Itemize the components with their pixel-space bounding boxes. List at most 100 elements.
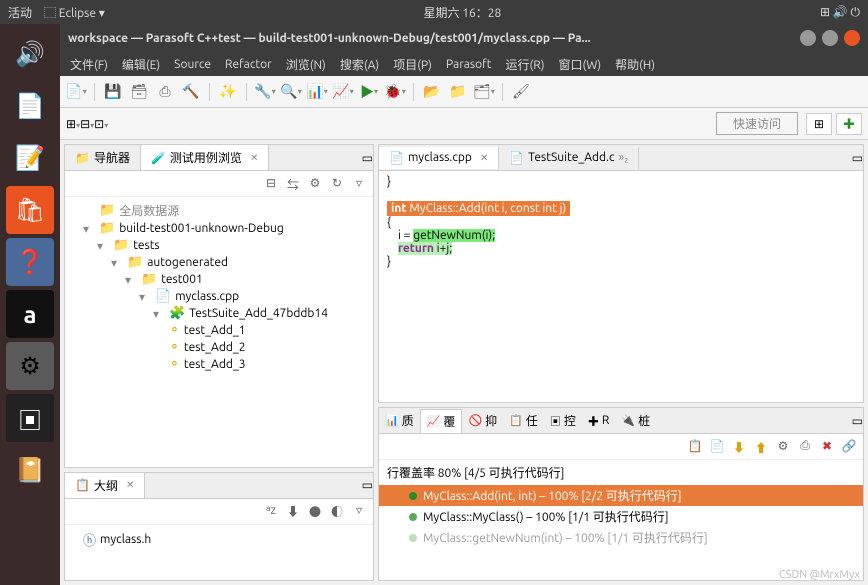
menu-refactor[interactable]: Refactor bbox=[225, 58, 272, 71]
tab-console[interactable]: ▣ 控 bbox=[544, 409, 582, 432]
maximize-button[interactable] bbox=[822, 30, 838, 46]
build-icon[interactable]: 🔨 bbox=[181, 82, 201, 102]
launcher-item[interactable]: ▣ bbox=[6, 394, 54, 442]
code-editor[interactable]: } int MyClass::Add(int i, const int j) {… bbox=[379, 171, 863, 402]
menu-run[interactable]: 运行(R) bbox=[505, 56, 544, 73]
tree-row[interactable]: ▾📁autogenerated bbox=[69, 254, 369, 271]
tab-quality[interactable]: 📊 质 bbox=[379, 409, 420, 432]
print-icon[interactable]: ⎙ bbox=[155, 82, 175, 102]
minimize-icon[interactable]: ▭ bbox=[362, 151, 373, 165]
perspective-button[interactable]: ✚ bbox=[836, 113, 862, 135]
launcher-item[interactable]: 🛍 bbox=[6, 186, 54, 234]
export-icon[interactable]: ⎙ bbox=[797, 439, 813, 455]
tree-row[interactable]: 📁全局数据源 bbox=[69, 201, 369, 220]
tool-icon[interactable]: 📋 bbox=[687, 439, 703, 455]
minimize-icon[interactable]: ▭ bbox=[852, 414, 863, 428]
brush-icon[interactable]: 🖌 bbox=[511, 82, 531, 102]
coverage-row[interactable]: MyClass::getNewNum(int) – 100% [1/1 可执行代… bbox=[379, 527, 863, 548]
system-tray[interactable]: ⊞ 🔊 ⏻ bbox=[820, 5, 860, 20]
tab-suppress[interactable]: 🚫 抑 bbox=[462, 409, 503, 432]
menu-file[interactable]: 文件(F) bbox=[70, 56, 108, 73]
editor-tab-myclass[interactable]: 📄 myclass.cpp✕ bbox=[379, 147, 499, 169]
launcher-item[interactable]: 📔 bbox=[6, 446, 54, 494]
coverage-row[interactable]: MyClass::MyClass() – 100% [1/1 可执行代码行] bbox=[379, 506, 863, 527]
tree-row[interactable]: ▾📁tests bbox=[69, 237, 369, 254]
menu-icon[interactable]: ▿ bbox=[351, 503, 367, 519]
wand-icon[interactable]: ✨ bbox=[218, 82, 238, 102]
tab-r[interactable]: ✚ R bbox=[582, 410, 616, 432]
tree-row[interactable]: ▾📁test001 bbox=[69, 271, 369, 288]
tab-outline[interactable]: 📋 大纲✕ bbox=[65, 473, 145, 498]
close-icon[interactable]: ✕ bbox=[250, 152, 258, 164]
link-icon[interactable]: ⇆ bbox=[285, 176, 301, 192]
outline-item[interactable]: ⓗmyclass.h bbox=[69, 529, 369, 550]
new-icon[interactable]: 📄▾ bbox=[66, 82, 86, 102]
tree-row[interactable]: ⚬test_Add_1 bbox=[69, 322, 369, 339]
debug-icon[interactable]: 🐞▾ bbox=[385, 82, 405, 102]
tab-tasks[interactable]: 📋 任 bbox=[503, 409, 544, 432]
menu-source[interactable]: Source bbox=[174, 58, 211, 71]
menu-parasoft[interactable]: Parasoft bbox=[446, 58, 491, 71]
tree-row[interactable]: ⚬test_Add_2 bbox=[69, 339, 369, 356]
toggle-icon[interactable]: ⊡▾ bbox=[94, 117, 108, 131]
tool-icon[interactable]: 📄 bbox=[709, 439, 725, 455]
sort-icon[interactable]: ᵃz bbox=[263, 503, 279, 519]
tool-icon[interactable]: 📊▾ bbox=[307, 82, 327, 102]
close-icon[interactable]: ✕ bbox=[480, 152, 488, 164]
delete-icon[interactable]: ✖ bbox=[819, 439, 835, 455]
launcher-item-eclipse[interactable]: ⚙ bbox=[6, 342, 54, 390]
menu-help[interactable]: 帮助(H) bbox=[615, 56, 655, 73]
minimize-icon[interactable]: ▭ bbox=[852, 151, 863, 165]
tool-icon[interactable]: 🔍▾ bbox=[281, 82, 301, 102]
down-icon[interactable]: ⬇ bbox=[731, 439, 747, 455]
tree-row[interactable]: ▾📄myclass.cpp bbox=[69, 288, 369, 305]
tab-coverage[interactable]: 📈 覆 bbox=[420, 409, 463, 433]
menu-window[interactable]: 窗口(W) bbox=[559, 56, 602, 73]
launcher-item[interactable]: 🔊 bbox=[6, 30, 54, 78]
collapse-icon[interactable]: ⊟ bbox=[263, 176, 279, 192]
tool-icon[interactable]: 🔧▾ bbox=[255, 82, 275, 102]
toggle-icon[interactable]: ⊟▾ bbox=[80, 117, 94, 131]
save-icon[interactable]: 💾 bbox=[103, 82, 123, 102]
folder-icon[interactable]: 🗂▾ bbox=[474, 82, 494, 102]
toggle-icon[interactable]: ⊞▾ bbox=[66, 117, 80, 131]
app-indicator[interactable]: ⬚ Eclipse ▾ bbox=[44, 4, 105, 21]
quick-access-input[interactable]: 快速访问 bbox=[716, 112, 798, 135]
menu-icon[interactable]: ▿ bbox=[351, 176, 367, 192]
tab-navigator[interactable]: 📁 导航器 bbox=[65, 145, 141, 170]
filter-icon[interactable]: ⚙ bbox=[307, 176, 323, 192]
menu-navigate[interactable]: 浏览(N) bbox=[286, 56, 326, 73]
launcher-item[interactable]: 📄 bbox=[6, 82, 54, 130]
folder-icon[interactable]: 📁 bbox=[448, 82, 468, 102]
link-icon[interactable]: 🔗 bbox=[841, 439, 857, 455]
tool-icon[interactable]: 📈▾ bbox=[333, 82, 353, 102]
close-button[interactable] bbox=[844, 30, 860, 46]
launcher-item[interactable]: a bbox=[6, 290, 54, 338]
filter-icon[interactable]: ◐ bbox=[329, 503, 345, 519]
run-icon[interactable]: ▶▾ bbox=[359, 82, 379, 102]
minimize-button[interactable] bbox=[800, 30, 816, 46]
folder-icon[interactable]: 📂 bbox=[422, 82, 442, 102]
filter-icon[interactable]: ⬇ bbox=[285, 503, 301, 519]
tree-row[interactable]: ▾🧩TestSuite_Add_47bddb14 bbox=[69, 305, 369, 322]
coverage-row[interactable]: MyClass::Add(int, int) – 100% [2/2 可执行代码… bbox=[379, 485, 863, 506]
tab-test-browser[interactable]: 🧪 测试用例浏览✕ bbox=[141, 145, 269, 170]
tree-row[interactable]: ⚬test_Add_3 bbox=[69, 356, 369, 373]
menu-search[interactable]: 搜索(A) bbox=[340, 56, 379, 73]
tree-row[interactable]: ▾📁build-test001-unknown-Debug bbox=[69, 220, 369, 237]
launcher-item[interactable]: 📝 bbox=[6, 134, 54, 182]
saveall-icon[interactable]: 🗃 bbox=[129, 82, 149, 102]
gear-icon[interactable]: ⚙ bbox=[775, 439, 791, 455]
tab-stub[interactable]: 🔌 桩 bbox=[615, 409, 656, 432]
perspective-button[interactable]: ⊞ bbox=[806, 113, 832, 135]
menu-edit[interactable]: 编辑(E) bbox=[122, 56, 160, 73]
activities-label[interactable]: 活动 bbox=[8, 4, 32, 21]
close-icon[interactable]: ✕ bbox=[126, 479, 134, 491]
editor-tab-testsuite[interactable]: 📄 TestSuite_Add.c »₂ bbox=[499, 147, 639, 169]
launcher-item[interactable]: ❓ bbox=[6, 238, 54, 286]
menu-project[interactable]: 项目(P) bbox=[393, 56, 432, 73]
refresh-icon[interactable]: ↻ bbox=[329, 176, 345, 192]
minimize-icon[interactable]: ▭ bbox=[362, 478, 373, 492]
filter-icon[interactable]: ● bbox=[307, 503, 323, 519]
up-icon[interactable]: ⬆ bbox=[753, 439, 769, 455]
